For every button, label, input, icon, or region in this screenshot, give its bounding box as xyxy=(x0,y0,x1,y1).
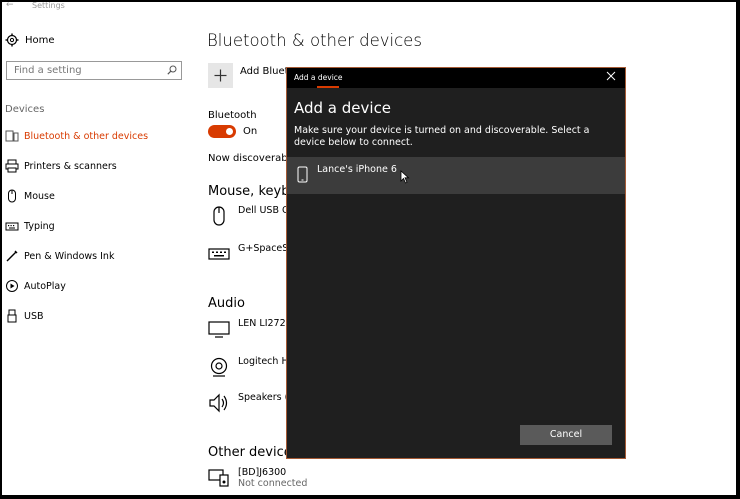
cancel-button[interactable]: Cancel xyxy=(520,425,612,445)
discovered-device-name: Lance's iPhone 6 xyxy=(317,164,397,175)
sidebar-item-label: Pen & Windows Ink xyxy=(24,250,115,262)
sidebar-item-label: Mouse xyxy=(24,190,55,202)
mouse-icon xyxy=(8,189,16,203)
sidebar-item-label: Bluetooth & other devices xyxy=(24,130,149,142)
device-item[interactable]: Dell USB Op xyxy=(208,205,296,227)
dialog-description: Make sure your device is turned on and d… xyxy=(294,125,590,148)
keyboard-icon xyxy=(208,248,230,260)
bluetooth-toggle[interactable] xyxy=(208,125,236,138)
dialog-heading: Add a device xyxy=(294,99,392,117)
search-icon xyxy=(167,65,177,75)
sidebar-item-bluetooth[interactable]: Bluetooth & other devices xyxy=(5,128,148,144)
keyboard-icon xyxy=(5,222,19,231)
autoplay-icon xyxy=(6,280,18,292)
sidebar-item-label: Typing xyxy=(24,220,55,232)
search-input[interactable]: Find a setting xyxy=(6,61,182,80)
search-placeholder: Find a setting xyxy=(14,65,82,76)
gear-icon xyxy=(5,33,19,47)
sidebar-home-label: Home xyxy=(25,34,55,46)
device-item[interactable]: Speakers (H xyxy=(208,392,295,414)
monitor-icon xyxy=(208,321,230,338)
sidebar-item-pen[interactable]: Pen & Windows Ink xyxy=(5,248,114,264)
group-heading-other: Other devices xyxy=(208,445,299,460)
device-item[interactable]: LEN LI2721s xyxy=(208,318,297,340)
toggle-knob xyxy=(226,128,233,135)
sidebar-item-printers[interactable]: Printers & scanners xyxy=(5,158,117,174)
sidebar-item-label: AutoPlay xyxy=(24,280,66,292)
sidebar-item-usb[interactable]: USB xyxy=(5,308,44,324)
bluetooth-state: On xyxy=(243,126,258,137)
close-icon[interactable] xyxy=(606,71,616,81)
settings-window: ← Settings Home Find a setting Devices B… xyxy=(2,2,736,495)
phone-icon xyxy=(297,166,308,183)
dialog-accent-line xyxy=(317,86,339,88)
mouse-cursor-icon xyxy=(400,170,410,184)
mouse-icon xyxy=(213,206,225,226)
title-bar: ← Settings xyxy=(2,2,736,14)
group-heading-input: Mouse, keybo xyxy=(208,184,298,199)
bluetooth-label: Bluetooth xyxy=(208,110,257,121)
add-device-button[interactable] xyxy=(208,63,233,88)
printer-icon xyxy=(5,159,19,173)
sidebar-section-devices: Devices xyxy=(5,104,45,115)
pen-icon xyxy=(6,250,18,262)
sidebar-item-typing[interactable]: Typing xyxy=(5,218,55,234)
back-button[interactable]: ← xyxy=(6,2,14,10)
discovered-device-row[interactable]: Lance's iPhone 6 xyxy=(287,157,625,194)
sidebar-item-label: Printers & scanners xyxy=(24,160,117,172)
add-device-dialog: Add a device Add a device Make sure your… xyxy=(286,67,626,459)
discoverable-text: Now discoverable xyxy=(208,153,297,164)
dialog-title-bar: Add a device xyxy=(287,68,625,88)
sidebar-item-mouse[interactable]: Mouse xyxy=(5,188,55,204)
webcam-icon xyxy=(210,357,228,377)
device-item[interactable]: [BD]J6300 Not connected xyxy=(208,467,307,489)
page-title: Bluetooth & other devices xyxy=(207,31,422,50)
device-item[interactable]: Logitech HD xyxy=(208,356,296,378)
group-heading-audio: Audio xyxy=(208,296,245,311)
device-text: [BD]J6300 Not connected xyxy=(238,467,307,489)
window-title: Settings xyxy=(32,2,65,10)
plus-icon xyxy=(214,69,227,82)
device-status: Not connected xyxy=(238,478,308,489)
bluetooth-devices-icon xyxy=(5,130,19,142)
media-device-icon xyxy=(208,469,229,487)
sidebar-item-autoplay[interactable]: AutoPlay xyxy=(5,278,66,294)
device-name: [BD]J6300 xyxy=(238,467,287,478)
dialog-window-title: Add a device xyxy=(294,73,343,82)
sidebar-item-label: USB xyxy=(24,310,44,322)
sidebar-home[interactable]: Home xyxy=(5,33,55,47)
speaker-icon xyxy=(209,393,228,413)
usb-icon xyxy=(7,309,17,323)
